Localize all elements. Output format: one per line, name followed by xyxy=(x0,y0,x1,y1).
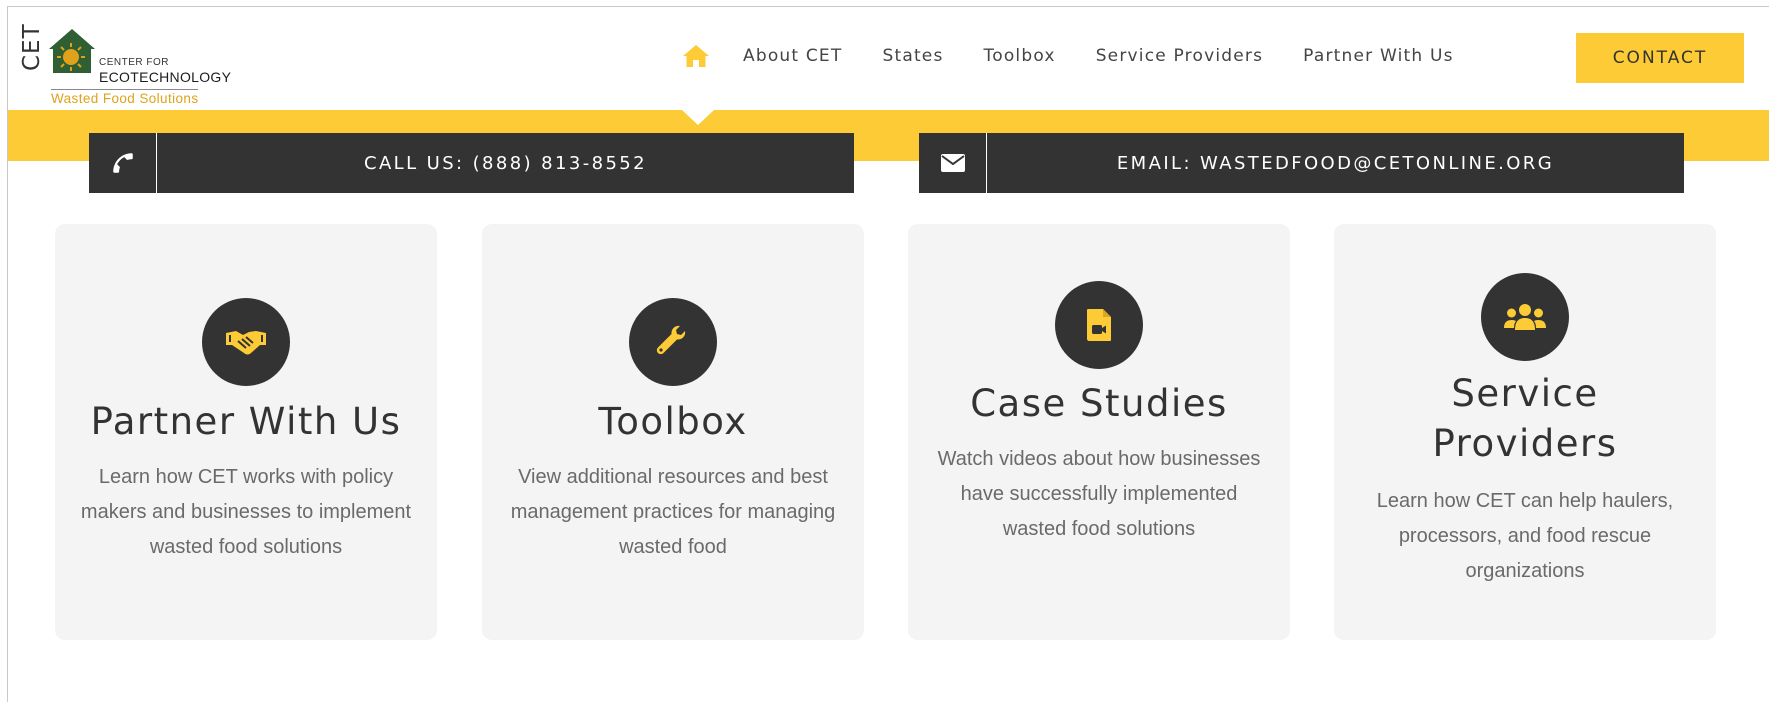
site-header: CET CENTER FOR ECOTECHNOLOGY Wasted Food… xyxy=(8,7,1769,110)
home-icon[interactable] xyxy=(681,43,711,69)
nav-item-partner[interactable]: Partner With Us xyxy=(1303,46,1454,66)
site-logo[interactable]: CET CENTER FOR ECOTECHNOLOGY Wasted Food… xyxy=(19,23,232,107)
logo-line1: CENTER FOR xyxy=(99,57,169,68)
nav-item-about[interactable]: About CET xyxy=(743,46,842,66)
logo-house-sun-icon xyxy=(49,29,95,73)
nav-item-toolbox[interactable]: Toolbox xyxy=(984,46,1056,66)
email-text: EMAIL: WASTEDFOOD@CETONLINE.ORG xyxy=(1116,152,1555,174)
envelope-icon xyxy=(919,133,987,193)
logo-tagline: Wasted Food Solutions xyxy=(51,89,199,106)
card-description: Learn how CET works with policy makers a… xyxy=(80,466,412,558)
card-title: Toolbox xyxy=(598,400,748,443)
card-partner[interactable]: Partner With Us Learn how CET works with… xyxy=(55,224,437,640)
card-title: Case Studies xyxy=(970,382,1228,425)
card-description: Learn how CET can help haulers, processo… xyxy=(1376,490,1674,582)
card-title: Service Providers xyxy=(1432,372,1618,465)
users-icon xyxy=(1481,273,1569,361)
nav-item-states[interactable]: States xyxy=(882,46,943,66)
logo-mark: CET xyxy=(19,23,45,71)
nav-active-notch xyxy=(682,110,714,125)
phone-icon xyxy=(89,133,157,193)
card-case-studies[interactable]: Case Studies Watch videos about how busi… xyxy=(908,224,1290,640)
call-bar[interactable]: CALL US: (888) 813-8552 xyxy=(89,133,854,193)
handshake-icon xyxy=(202,298,290,386)
card-title: Partner With Us xyxy=(90,400,402,443)
main-nav: About CET States Toolbox Service Provide… xyxy=(681,41,1454,71)
card-description: View additional resources and best manag… xyxy=(510,466,836,558)
card-description: Watch videos about how businesses have s… xyxy=(937,448,1261,540)
email-bar[interactable]: EMAIL: WASTEDFOOD@CETONLINE.ORG xyxy=(919,133,1684,193)
video-file-icon xyxy=(1055,281,1143,369)
page: CET CENTER FOR ECOTECHNOLOGY Wasted Food… xyxy=(0,0,1769,702)
wrench-icon xyxy=(629,298,717,386)
call-text: CALL US: (888) 813-8552 xyxy=(363,152,648,174)
logo-line2: ECOTECHNOLOGY xyxy=(99,69,232,85)
nav-item-service-providers[interactable]: Service Providers xyxy=(1096,46,1263,66)
contact-button[interactable]: CONTACT xyxy=(1576,33,1744,83)
card-toolbox[interactable]: Toolbox View additional resources and be… xyxy=(482,224,864,640)
card-service-providers[interactable]: Service Providers Learn how CET can help… xyxy=(1334,224,1716,640)
